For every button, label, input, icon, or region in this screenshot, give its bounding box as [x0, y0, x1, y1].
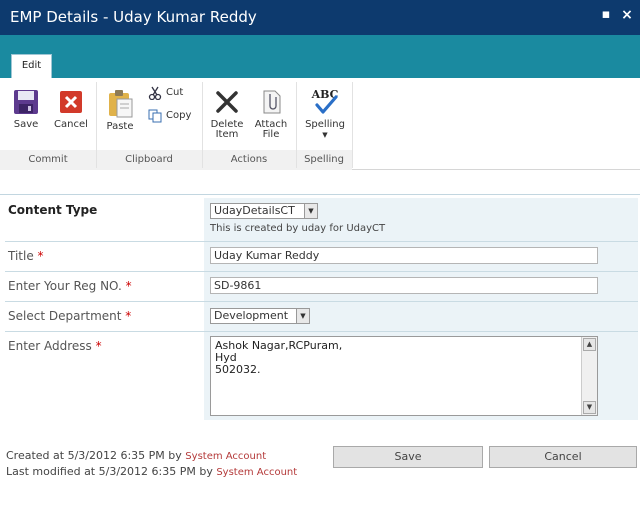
cancel-ribbon-button[interactable]: Cancel — [51, 88, 91, 130]
copy-icon — [148, 109, 162, 123]
spelling-icon: ABC — [311, 88, 339, 114]
address-line: Hyd — [215, 351, 237, 364]
attach-label-line2: File — [262, 129, 280, 140]
tab-edit[interactable]: Edit — [11, 54, 52, 78]
ribbon: Save Cancel Commit Paste Cut Copy Clipbo… — [0, 78, 640, 170]
paste-label: Paste — [106, 121, 134, 132]
title-label: Title * — [8, 249, 44, 263]
required-marker: * — [125, 279, 132, 293]
delete-item-button[interactable]: Delete Item — [207, 88, 247, 140]
dialog-titlebar: EMP Details - Uday Kumar Reddy ▪ × — [0, 0, 640, 35]
chevron-down-icon: ▼ — [296, 309, 309, 323]
form-top-spacer — [0, 171, 640, 195]
department-label: Select Department * — [8, 309, 132, 323]
modified-by-link[interactable]: System Account — [216, 467, 297, 478]
paste-icon — [109, 90, 133, 118]
address-scrollbar[interactable]: ▲ ▼ — [581, 337, 597, 415]
dialog-title: EMP Details - Uday Kumar Reddy — [10, 8, 257, 26]
group-label-commit: Commit — [28, 154, 68, 165]
department-value: Development — [214, 309, 289, 322]
form-row-reg-no: Enter Your Reg NO. * SD-9861 — [5, 272, 638, 302]
ribbon-tabstrip: Edit — [0, 35, 640, 78]
content-type-value: UdayDetailsCT — [214, 204, 295, 217]
cancel-label: Cancel — [54, 119, 88, 130]
department-select[interactable]: Development ▼ — [210, 308, 310, 324]
form-row-content-type: Content Type UdayDetailsCT ▼ This is cre… — [5, 198, 638, 242]
paste-button[interactable]: Paste — [102, 88, 138, 132]
scroll-up-icon[interactable]: ▲ — [583, 338, 596, 351]
scissors-icon — [148, 86, 162, 100]
group-label-clipboard: Clipboard — [125, 154, 173, 165]
reg-no-label: Enter Your Reg NO. * — [8, 279, 132, 293]
delete-label-line2: Item — [215, 129, 239, 140]
form-row-address: Enter Address * Ashok Nagar,RCPuram, Hyd… — [5, 332, 638, 420]
reg-no-input[interactable]: SD-9861 — [210, 277, 598, 294]
group-label-spelling: Spelling — [304, 154, 344, 165]
copy-button[interactable]: Copy — [148, 109, 196, 125]
scroll-down-icon[interactable]: ▼ — [583, 401, 596, 414]
cut-label: Cut — [166, 87, 184, 98]
maximize-icon[interactable]: ▪ — [599, 8, 613, 22]
content-type-select[interactable]: UdayDetailsCT ▼ — [210, 203, 318, 219]
cancel-button[interactable]: Cancel — [489, 446, 637, 468]
created-by-link[interactable]: System Account — [185, 451, 266, 462]
save-button[interactable]: Save — [8, 88, 44, 130]
address-textarea[interactable]: Ashok Nagar,RCPuram, Hyd 502032. ▲ ▼ — [210, 336, 598, 416]
save-label: Save — [13, 119, 39, 130]
address-label: Enter Address * — [8, 339, 102, 353]
required-marker: * — [37, 249, 44, 263]
required-marker: * — [125, 309, 132, 323]
spelling-button[interactable]: ABC Spelling ▼ — [301, 86, 349, 140]
save-button[interactable]: Save — [333, 446, 483, 468]
cut-button[interactable]: Cut — [148, 86, 196, 102]
delete-icon — [216, 91, 238, 113]
item-form: Content Type UdayDetailsCT ▼ This is cre… — [5, 198, 638, 420]
close-icon[interactable]: × — [620, 8, 634, 22]
modified-info: Last modified at 5/3/2012 6:35 PM by Sys… — [6, 465, 298, 478]
title-input[interactable]: Uday Kumar Reddy — [210, 247, 598, 264]
created-info: Created at 5/3/2012 6:35 PM by System Ac… — [6, 449, 267, 462]
form-row-title: Title * Uday Kumar Reddy — [5, 242, 638, 272]
address-line: 502032. — [215, 363, 261, 376]
attach-file-button[interactable]: Attach File — [252, 88, 290, 140]
group-divider — [352, 82, 353, 168]
form-row-department: Select Department * Development ▼ — [5, 302, 638, 332]
copy-label: Copy — [166, 110, 192, 121]
cancel-icon — [60, 91, 82, 113]
address-line: Ashok Nagar,RCPuram, — [215, 339, 343, 352]
required-marker: * — [95, 339, 102, 353]
group-label-actions: Actions — [230, 154, 268, 165]
spelling-label: Spelling — [305, 119, 345, 130]
chevron-down-icon: ▼ — [304, 204, 317, 218]
form-footer: Created at 5/3/2012 6:35 PM by System Ac… — [0, 420, 640, 518]
chevron-down-icon: ▼ — [322, 131, 328, 139]
content-type-hint: This is created by uday for UdayCT — [210, 223, 386, 234]
content-type-label: Content Type — [8, 203, 98, 217]
save-icon — [14, 90, 38, 114]
attach-icon — [263, 90, 281, 114]
